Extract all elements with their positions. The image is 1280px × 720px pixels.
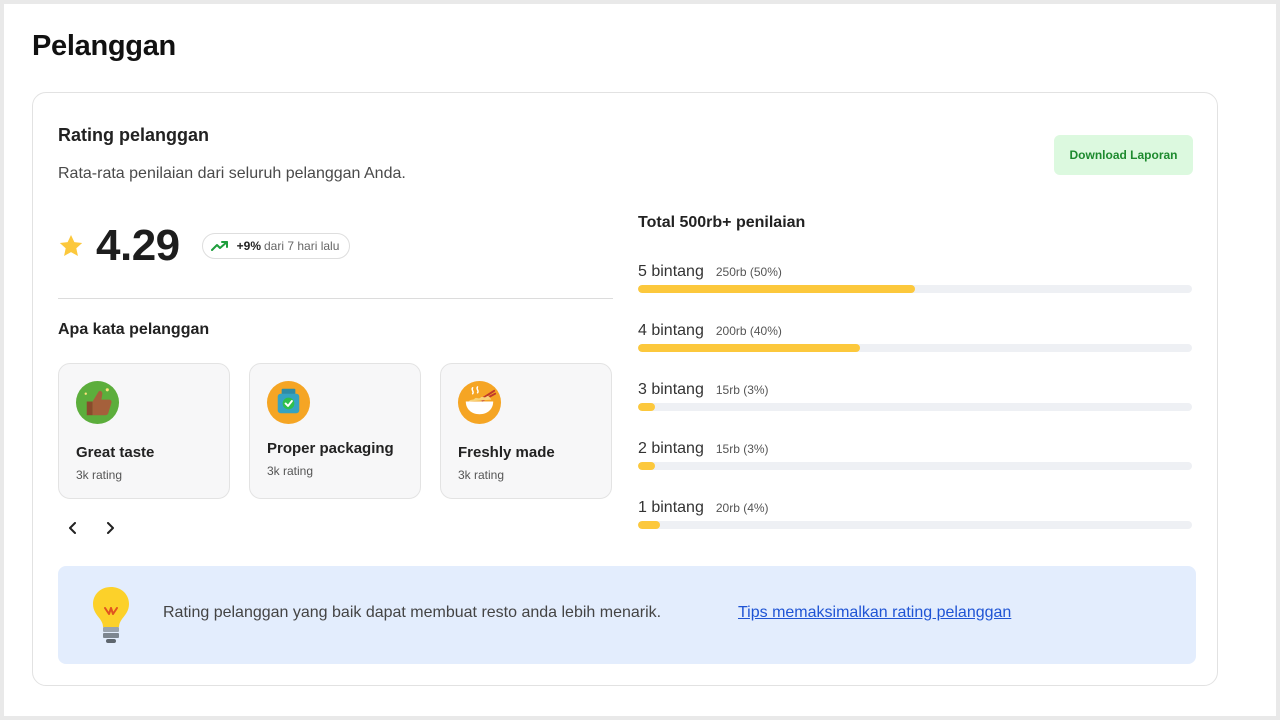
rating-row-count: 250rb (50%)	[715, 265, 782, 279]
feedback-label: Proper packaging	[267, 440, 394, 457]
feedback-heading: Apa kata pelanggan	[58, 321, 210, 338]
rating-row-count: 20rb (4%)	[715, 501, 769, 515]
feedback-card-freshly-made[interactable]: Freshly made 3k rating	[440, 363, 612, 499]
rating-bar-fill	[638, 462, 655, 470]
rating-bar-track	[638, 521, 1192, 529]
rating-bar-fill	[638, 521, 661, 529]
tip-text: Rating pelanggan yang baik dapat membuat…	[163, 604, 662, 621]
rating-row-1: 1 bintang 20rb (4%)	[638, 499, 1193, 539]
package-icon	[266, 380, 311, 425]
feedback-count: 3k rating	[458, 468, 505, 482]
feedback-count: 3k rating	[76, 468, 123, 482]
chevron-right-icon	[107, 522, 114, 534]
trend-badge: +9% dari 7 hari lalu	[201, 233, 351, 259]
chevron-left-icon	[69, 522, 76, 534]
rating-card: Rating pelanggan Rata-rata penilaian dar…	[32, 92, 1218, 686]
rating-row-label: 3 bintang	[638, 381, 704, 398]
rating-bar-track	[638, 462, 1192, 470]
trend-percent: +9%	[236, 239, 261, 253]
rating-row-5: 5 bintang 250rb (50%)	[638, 263, 1193, 303]
rating-row-label: 1 bintang	[638, 499, 704, 516]
star-icon	[59, 234, 83, 256]
rating-row-count: 15rb (3%)	[715, 442, 769, 456]
rating-bar-track	[638, 285, 1192, 293]
feedback-count: 3k rating	[267, 464, 314, 478]
rating-row-3: 3 bintang 15rb (3%)	[638, 381, 1193, 421]
feedback-card-great-taste[interactable]: Great taste 3k rating	[58, 363, 230, 499]
rating-row-label: 5 bintang	[638, 263, 704, 280]
page: Pelanggan Rating pelanggan Rata-rata pen…	[4, 4, 1276, 716]
card-title: Rating pelanggan	[58, 125, 210, 145]
rating-row-4: 4 bintang 200rb (40%)	[638, 322, 1193, 362]
rating-row-count: 15rb (3%)	[715, 383, 769, 397]
page-title: Pelanggan	[32, 30, 176, 62]
feedback-label: Great taste	[76, 444, 155, 461]
feedback-label: Freshly made	[458, 444, 555, 461]
feedback-card-proper-packaging[interactable]: Proper packaging 3k rating	[249, 363, 421, 499]
rating-bar-fill	[638, 403, 655, 411]
average-score: 4.29 +9% dari 7 hari lalu	[58, 218, 351, 274]
rating-bar-track	[638, 403, 1192, 411]
trend-period: dari 7 hari lalu	[264, 239, 340, 253]
total-ratings-label: Total 500rb+ penilaian	[638, 214, 806, 231]
tip-banner: Rating pelanggan yang baik dapat membuat…	[58, 566, 1196, 664]
rating-bar-fill	[638, 285, 915, 293]
rating-bar-track	[638, 344, 1192, 352]
tips-link[interactable]: Tips memaksimalkan rating pelanggan	[738, 604, 1011, 622]
lightbulb-icon	[93, 587, 129, 643]
thumbs-up-icon	[75, 380, 120, 425]
carousel-next-button[interactable]	[100, 518, 120, 538]
rating-row-label: 4 bintang	[638, 322, 704, 339]
rating-row-label: 2 bintang	[638, 440, 704, 457]
download-report-button[interactable]: Download Laporan	[1054, 135, 1193, 175]
divider	[58, 298, 613, 299]
trend-up-icon	[210, 241, 228, 251]
rating-bar-fill	[638, 344, 860, 352]
rating-row-2: 2 bintang 15rb (3%)	[638, 440, 1193, 480]
noodle-bowl-icon	[457, 380, 502, 425]
score-value: 4.29	[96, 221, 180, 270]
carousel-prev-button[interactable]	[63, 518, 83, 538]
rating-row-count: 200rb (40%)	[715, 324, 782, 338]
card-subtitle: Rata-rata penilaian dari seluruh pelangg…	[58, 165, 406, 182]
